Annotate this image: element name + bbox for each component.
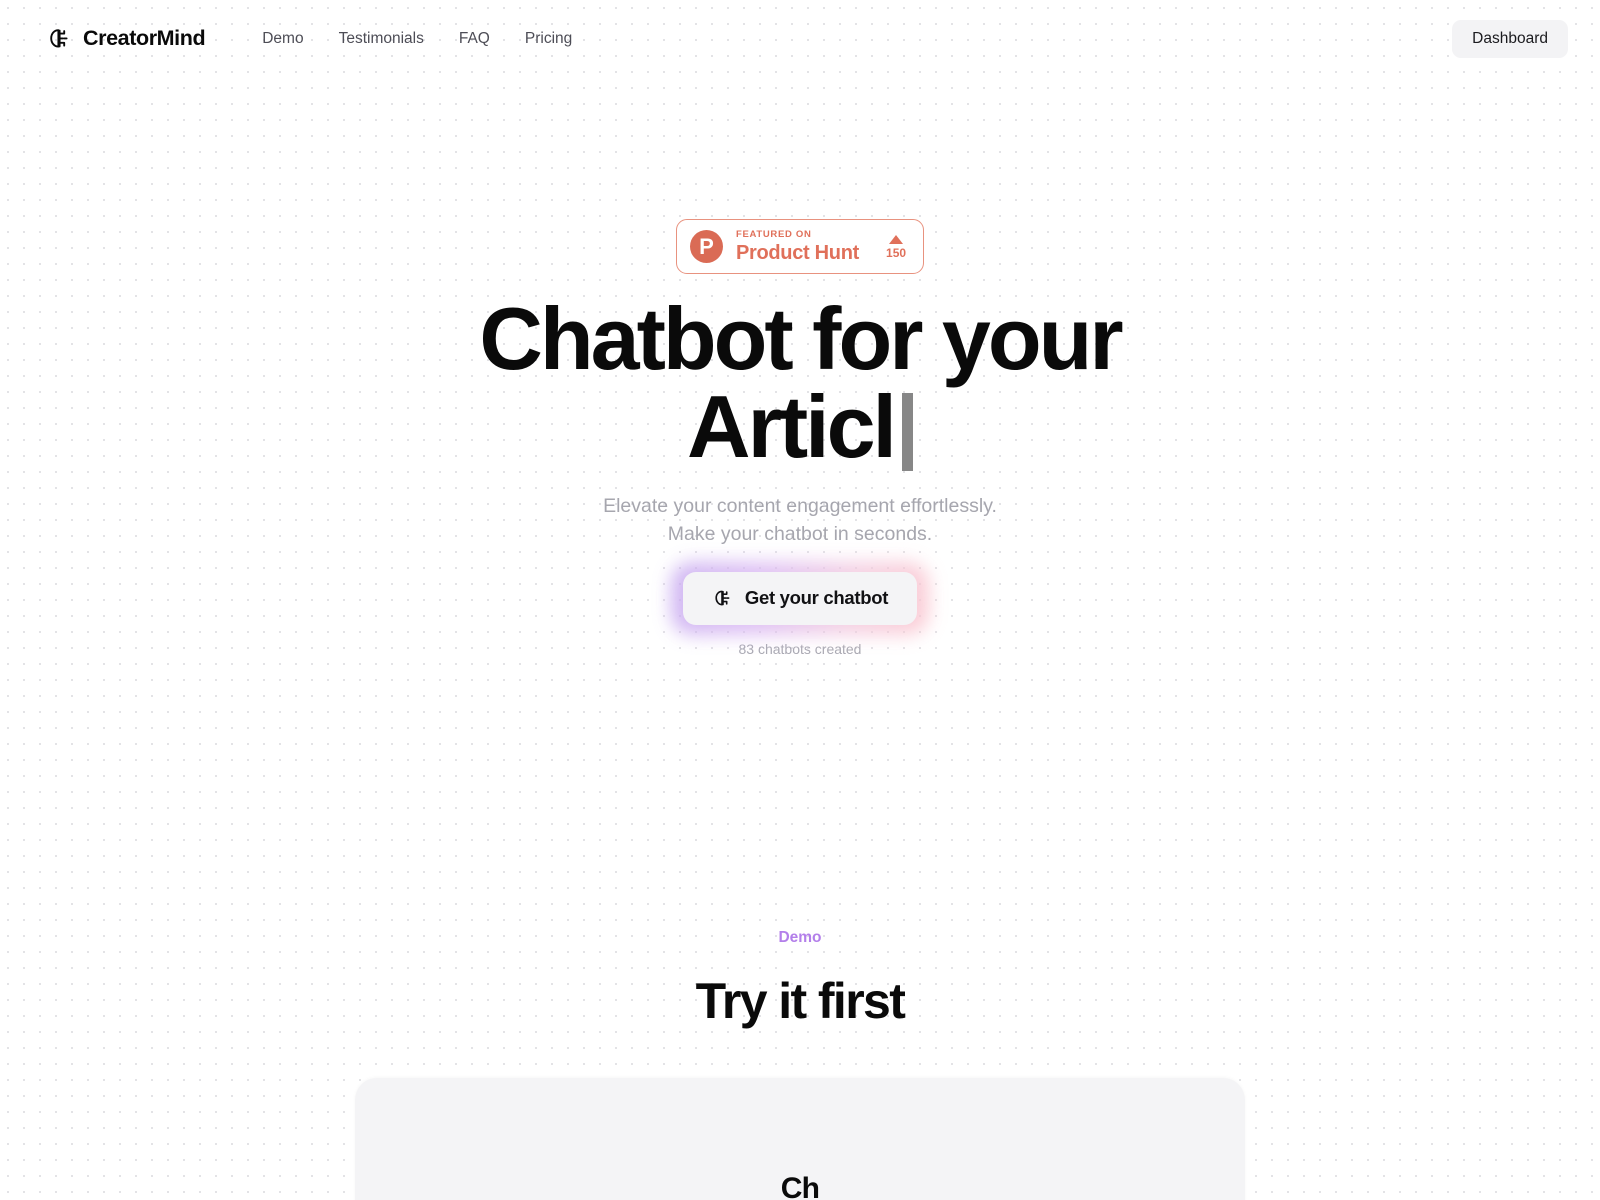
demo-eyebrow-label: Demo — [778, 929, 822, 946]
demo-heading: Try it first — [695, 972, 906, 1029]
nav-item-testimonials[interactable]: Testimonials — [339, 31, 424, 47]
hero-subtitle-line-1: Elevate your content engagement effortle… — [603, 495, 997, 517]
demo-section: Demo Try it first — [0, 930, 1600, 1029]
product-hunt-eyebrow: FEATURED ON — [735, 229, 812, 241]
hero-subtitle-line-2: Make your chatbot in seconds. — [667, 522, 933, 545]
cta-shell: Get your chatbot — [670, 562, 930, 635]
hero-subtitle: Elevate your content engagement effortle… — [0, 493, 1600, 548]
nav-item-pricing[interactable]: Pricing — [525, 31, 572, 47]
product-hunt-vote-count: 150 — [886, 245, 907, 260]
main-nav: Demo Testimonials FAQ Pricing — [262, 31, 572, 47]
brand-name: CreatorMind — [83, 26, 206, 51]
get-your-chatbot-button[interactable]: Get your chatbot — [682, 572, 918, 625]
demo-card-text: Ch — [780, 1172, 820, 1200]
product-hunt-name: Product Hunt — [735, 241, 860, 264]
site-header: CreatorMind Demo Testimonials FAQ Pricin… — [0, 0, 1600, 78]
hero-title-typed-word: Articl — [687, 377, 897, 476]
chatbots-created-count: 83 chatbots created — [738, 641, 862, 657]
cta-button-label: Get your chatbot — [744, 587, 889, 609]
product-hunt-logo-icon: P — [689, 230, 723, 263]
brain-icon — [46, 26, 72, 52]
typing-cursor — [901, 393, 913, 471]
product-hunt-votes: 150 — [886, 234, 907, 260]
product-hunt-badge[interactable]: P FEATURED ON Product Hunt 150 — [675, 219, 925, 274]
product-hunt-badge-wrapper: P FEATURED ON Product Hunt 150 — [0, 219, 1600, 274]
page-title: Chatbot for your Articl — [0, 295, 1600, 471]
demo-preview-card[interactable]: Ch — [355, 1078, 1245, 1200]
dashboard-button[interactable]: Dashboard — [1452, 20, 1568, 58]
product-hunt-text: FEATURED ON Product Hunt — [736, 230, 859, 263]
nav-item-faq[interactable]: FAQ — [459, 31, 490, 47]
hero-title-line-2: Articl — [0, 383, 1600, 471]
cta-wrapper: Get your chatbot 83 chatbots created — [0, 562, 1600, 657]
nav-item-demo[interactable]: Demo — [262, 31, 303, 47]
brand-logo[interactable]: CreatorMind — [46, 26, 206, 52]
brain-icon — [712, 588, 733, 609]
hero-title-line-1: Chatbot for your — [479, 289, 1123, 388]
triangle-up-icon — [889, 234, 904, 244]
